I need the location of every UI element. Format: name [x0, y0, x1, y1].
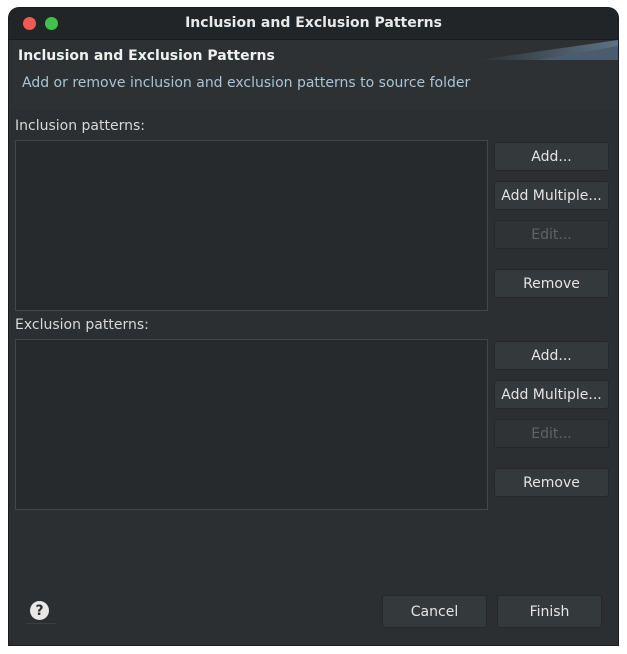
page-description: Add or remove inclusion and exclusion pa… [22, 75, 471, 91]
banner-graphic [478, 40, 618, 60]
help-icon[interactable]: ? [30, 601, 49, 620]
exclusion-patterns-list[interactable] [15, 339, 488, 510]
inclusion-remove-button[interactable]: Remove [494, 269, 609, 298]
exclusion-remove-button[interactable]: Remove [494, 468, 609, 497]
exclusion-edit-button[interactable]: Edit... [494, 419, 609, 448]
inclusion-patterns-label: Inclusion patterns: [15, 118, 145, 134]
exclusion-add-multiple-button[interactable]: Add Multiple... [494, 380, 609, 409]
help-divider [26, 623, 56, 624]
title-bar: Inclusion and Exclusion Patterns [9, 8, 618, 40]
exclusion-patterns-label: Exclusion patterns: [15, 317, 149, 333]
exclusion-add-button[interactable]: Add... [494, 341, 609, 370]
dialog-window: Inclusion and Exclusion Patterns Inclusi… [9, 8, 618, 645]
inclusion-edit-button[interactable]: Edit... [494, 220, 609, 249]
page-title: Inclusion and Exclusion Patterns [18, 48, 275, 64]
cancel-button[interactable]: Cancel [382, 595, 487, 628]
window-title: Inclusion and Exclusion Patterns [185, 15, 442, 31]
inclusion-add-multiple-button[interactable]: Add Multiple... [494, 181, 609, 210]
finish-button[interactable]: Finish [497, 595, 602, 628]
inclusion-add-button[interactable]: Add... [494, 142, 609, 171]
inclusion-patterns-list[interactable] [15, 140, 488, 311]
